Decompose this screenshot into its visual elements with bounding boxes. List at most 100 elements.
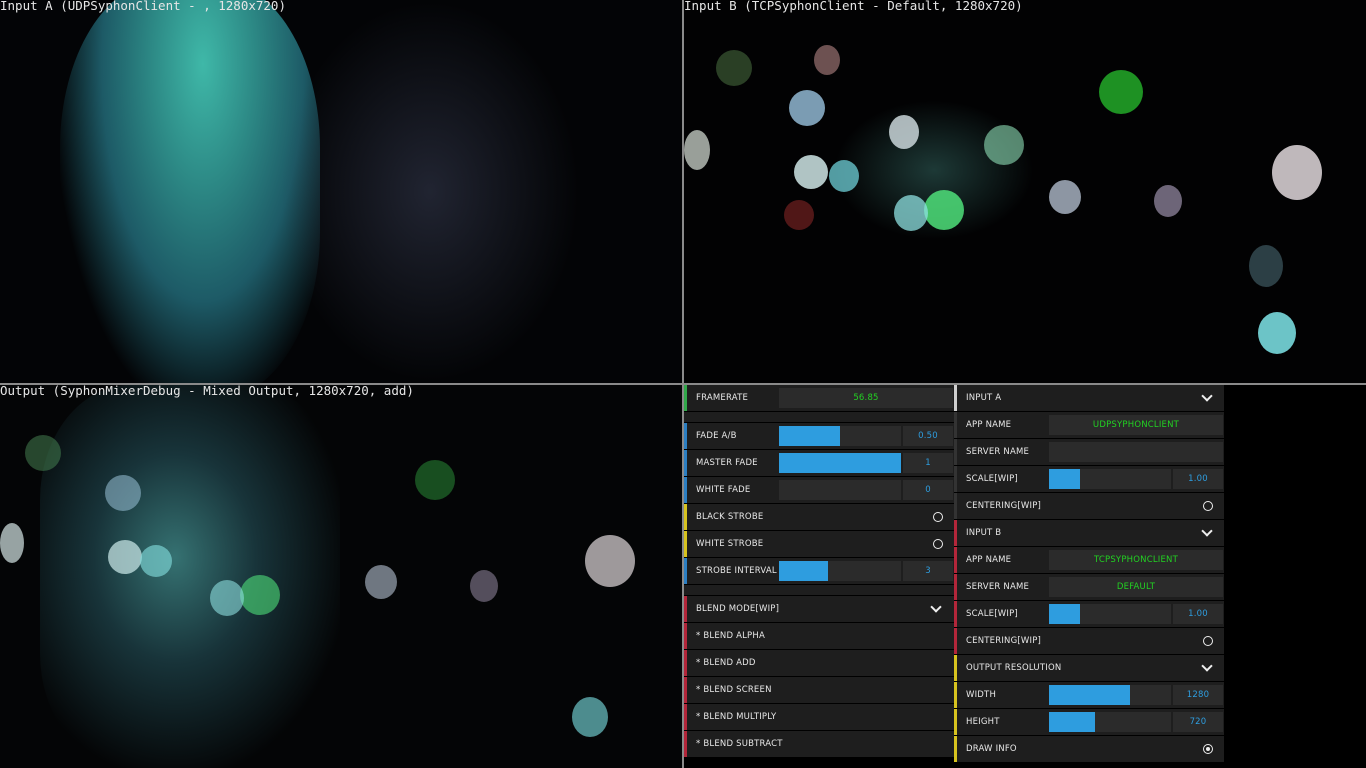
fade-ab-track[interactable] <box>779 426 901 446</box>
black-strobe-toggle[interactable]: BLACK STROBE <box>684 504 954 530</box>
bokeh-light <box>814 45 840 75</box>
height-value[interactable]: 720 <box>1173 712 1223 732</box>
width-fill <box>1049 685 1131 705</box>
bokeh-light <box>794 155 828 189</box>
input-b-server-name-row: SERVER NAME DEFAULT <box>954 574 1224 600</box>
blend-option-label: * BLEND SCREEN <box>696 685 772 695</box>
bokeh-light <box>210 580 244 616</box>
input-a-centering-checkbox[interactable] <box>1203 501 1213 511</box>
input-a-scale-value[interactable]: 1.00 <box>1173 469 1223 489</box>
input-b-title: Input B (TCPSyphonClient - Default, 1280… <box>684 0 1023 13</box>
input-b-centering-checkbox[interactable] <box>1203 636 1213 646</box>
framerate-row: FRAMERATE 56.85 <box>684 385 954 411</box>
input-a-title: Input A (UDPSyphonClient - , 1280x720) <box>0 0 286 13</box>
panel-spacer <box>684 585 954 595</box>
master-fade-track[interactable] <box>779 453 901 473</box>
master-fade-value[interactable]: 1 <box>903 453 953 473</box>
bokeh-light <box>984 125 1024 165</box>
bokeh-light <box>470 570 498 602</box>
input-a-server-name-row: SERVER NAME <box>954 439 1224 465</box>
input-a-server-name-field[interactable] <box>1049 442 1223 462</box>
blend-option-add[interactable]: * BLEND ADD <box>684 650 954 676</box>
blend-option-alpha[interactable]: * BLEND ALPHA <box>684 623 954 649</box>
height-label: HEIGHT <box>966 717 1000 727</box>
white-strobe-checkbox[interactable] <box>933 539 943 549</box>
input-b-header[interactable]: INPUT B <box>954 520 1224 546</box>
input-a-scale-slider[interactable]: SCALE[WIP] 1.00 <box>954 466 1224 492</box>
bokeh-light <box>1258 312 1296 354</box>
width-slider[interactable]: WIDTH 1280 <box>954 682 1224 708</box>
width-value[interactable]: 1280 <box>1173 685 1223 705</box>
bokeh-light <box>829 160 859 192</box>
blend-mode-dropdown[interactable]: BLEND MODE[WIP] <box>684 596 954 622</box>
chevron-down-icon[interactable] <box>1201 525 1213 537</box>
white-fade-slider[interactable]: WHITE FADE 0 <box>684 477 954 503</box>
input-a-centering-toggle[interactable]: CENTERING[WIP] <box>954 493 1224 519</box>
input-b-app-name-field[interactable]: TCPSYPHONCLIENT <box>1049 550 1223 570</box>
width-track[interactable] <box>1049 685 1171 705</box>
blend-option-subtract[interactable]: * BLEND SUBTRACT <box>684 731 954 757</box>
bokeh-light <box>1049 180 1081 214</box>
bokeh-light <box>585 535 635 587</box>
input-a-header-label: INPUT A <box>966 393 1002 403</box>
scale-label: SCALE[WIP] <box>966 609 1018 619</box>
blend-option-label: * BLEND SUBTRACT <box>696 739 783 749</box>
input-a-header[interactable]: INPUT A <box>954 385 1224 411</box>
blend-option-screen[interactable]: * BLEND SCREEN <box>684 677 954 703</box>
input-a-app-name-field[interactable]: UDPSYPHONCLIENT <box>1049 415 1223 435</box>
bokeh-light <box>140 545 172 577</box>
centering-label: CENTERING[WIP] <box>966 501 1042 511</box>
input-b-server-name-field[interactable]: DEFAULT <box>1049 577 1223 597</box>
chevron-down-icon[interactable] <box>930 601 942 613</box>
input-b-scale-slider[interactable]: SCALE[WIP] 1.00 <box>954 601 1224 627</box>
output-title: Output (SyphonMixerDebug - Mixed Output,… <box>0 385 414 398</box>
master-fade-slider[interactable]: MASTER FADE 1 <box>684 450 954 476</box>
framerate-value: 56.85 <box>779 388 953 408</box>
height-track[interactable] <box>1049 712 1171 732</box>
black-strobe-checkbox[interactable] <box>933 512 943 522</box>
bokeh-light <box>684 130 710 170</box>
input-a-scale-fill <box>1049 469 1080 489</box>
white-fade-track[interactable] <box>779 480 901 500</box>
blend-option-multiply[interactable]: * BLEND MULTIPLY <box>684 704 954 730</box>
white-strobe-toggle[interactable]: WHITE STROBE <box>684 531 954 557</box>
strobe-interval-slider[interactable]: STROBE INTERVAL 3 <box>684 558 954 584</box>
chevron-down-icon[interactable] <box>1201 660 1213 672</box>
bokeh-light <box>1249 245 1283 287</box>
fade-ab-fill <box>779 426 840 446</box>
bokeh-light <box>240 575 280 615</box>
chevron-down-icon[interactable] <box>1201 390 1213 402</box>
mixer-panel: FRAMERATE 56.85 FADE A/B 0.50 MASTER FAD… <box>684 385 954 768</box>
fade-ab-slider[interactable]: FADE A/B 0.50 <box>684 423 954 449</box>
bokeh-light <box>1154 185 1182 217</box>
blend-mode-label: BLEND MODE[WIP] <box>696 604 780 614</box>
bokeh-light <box>789 90 825 126</box>
white-fade-value[interactable]: 0 <box>903 480 953 500</box>
input-b-app-name-row: APP NAME TCPSYPHONCLIENT <box>954 547 1224 573</box>
input-b-centering-toggle[interactable]: CENTERING[WIP] <box>954 628 1224 654</box>
centering-label: CENTERING[WIP] <box>966 636 1042 646</box>
input-b-scale-value[interactable]: 1.00 <box>1173 604 1223 624</box>
input-b-scale-track[interactable] <box>1049 604 1171 624</box>
master-fade-fill <box>779 453 901 473</box>
bokeh-light <box>415 460 455 500</box>
blend-option-label: * BLEND ALPHA <box>696 631 765 641</box>
blend-option-label: * BLEND MULTIPLY <box>696 712 777 722</box>
output-resolution-header[interactable]: OUTPUT RESOLUTION <box>954 655 1224 681</box>
draw-info-toggle[interactable]: DRAW INFO <box>954 736 1224 762</box>
strobe-interval-value[interactable]: 3 <box>903 561 953 581</box>
server-name-label: SERVER NAME <box>966 447 1030 457</box>
inputs-panel: INPUT A APP NAME UDPSYPHONCLIENT SERVER … <box>954 385 1224 768</box>
fade-ab-value[interactable]: 0.50 <box>903 426 953 446</box>
black-strobe-label: BLACK STROBE <box>696 512 764 522</box>
strobe-interval-track[interactable] <box>779 561 901 581</box>
draw-info-checkbox[interactable] <box>1203 744 1213 754</box>
scale-label: SCALE[WIP] <box>966 474 1018 484</box>
input-a-scale-track[interactable] <box>1049 469 1171 489</box>
draw-info-label: DRAW INFO <box>966 744 1017 754</box>
master-fade-label: MASTER FADE <box>696 458 758 468</box>
height-slider[interactable]: HEIGHT 720 <box>954 709 1224 735</box>
bokeh-light <box>1272 145 1322 200</box>
bokeh-light <box>105 475 141 511</box>
white-strobe-label: WHITE STROBE <box>696 539 764 549</box>
